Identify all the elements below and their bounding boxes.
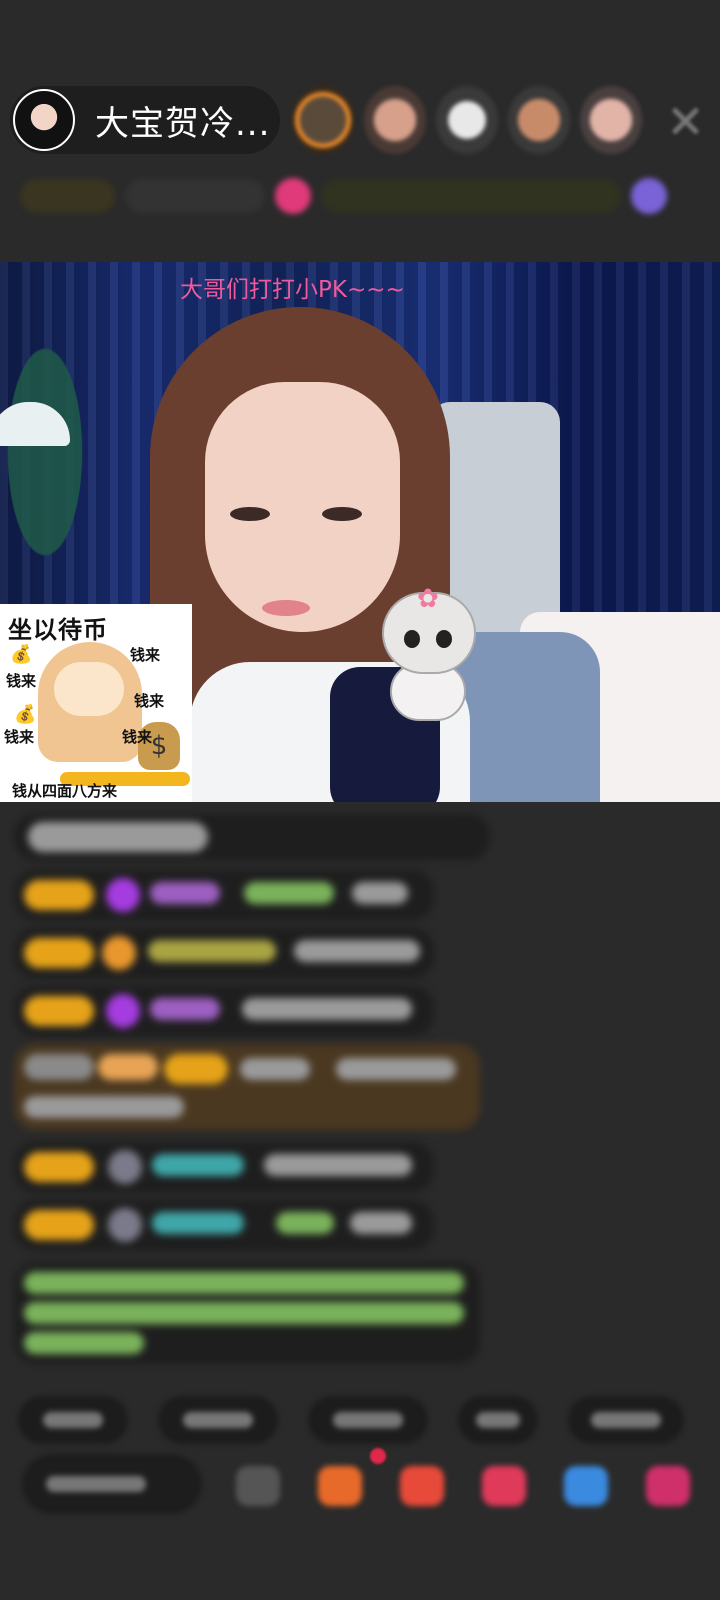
chat-message[interactable] — [14, 928, 434, 978]
close-icon[interactable] — [668, 104, 702, 138]
fan-icon[interactable] — [275, 178, 311, 214]
chat-message[interactable] — [14, 986, 434, 1036]
notification-dot — [370, 1448, 386, 1464]
user-avatar — [108, 1208, 142, 1242]
comment-input[interactable] — [22, 1454, 202, 1514]
quick-reply-button[interactable] — [458, 1396, 538, 1444]
sticker-title: 坐以待币 — [8, 616, 108, 644]
chat-message-highlighted[interactable] — [14, 1044, 480, 1130]
viewer-avatar[interactable] — [292, 86, 354, 154]
gift-chip[interactable] — [125, 179, 265, 213]
chat-message[interactable] — [14, 870, 434, 920]
heart-icon — [102, 936, 136, 970]
plant-decoration — [0, 332, 110, 632]
rank-chip[interactable] — [20, 179, 115, 213]
viewer-avatar[interactable] — [364, 86, 426, 154]
chat-message[interactable] — [14, 1200, 434, 1250]
treasure-icon[interactable] — [400, 1466, 444, 1506]
diamond-icon — [106, 994, 140, 1028]
money-bag-icon: 💰 — [10, 644, 33, 665]
level-badge — [24, 1210, 94, 1240]
flower-icon: ✿ — [417, 584, 439, 614]
bottom-action-bar — [22, 1448, 712, 1520]
host-info-pill[interactable]: 大宝贺冷... — [10, 86, 280, 154]
quick-reply-button[interactable] — [568, 1396, 684, 1444]
money-cat-sticker: 坐以待币 $ 💰 💰 钱来 钱来 钱来 钱来 钱来 钱从四面八方来 — [0, 604, 192, 802]
money-bag-icon: 💰 — [14, 704, 37, 725]
viewer-avatar[interactable] — [580, 86, 642, 154]
user-avatar — [108, 1150, 142, 1184]
level-badge — [24, 996, 94, 1026]
quick-reply-button[interactable] — [158, 1396, 278, 1444]
host-name: 大宝贺冷... — [95, 103, 271, 144]
level-badge — [24, 938, 94, 968]
game-icon[interactable] — [564, 1466, 608, 1506]
gift-box-icon[interactable] — [318, 1466, 362, 1506]
host-avatar[interactable] — [13, 89, 75, 151]
system-notice — [14, 1262, 480, 1364]
stream-overlay-text: 大哥们打打小PK~~~ — [180, 277, 405, 303]
viewer-avatar[interactable] — [436, 86, 498, 154]
quick-reply-button[interactable] — [18, 1396, 128, 1444]
viewer-avatar[interactable] — [508, 86, 570, 154]
pk-info-chip[interactable] — [321, 179, 621, 213]
chat-message[interactable] — [14, 1142, 434, 1192]
cat-toy: ✿ — [372, 584, 482, 722]
top-viewers-list — [292, 86, 642, 154]
more-gifts-icon[interactable] — [646, 1466, 690, 1506]
diamond-icon — [106, 878, 140, 912]
gift-icon[interactable] — [482, 1466, 526, 1506]
streamer-face — [205, 382, 400, 632]
event-icon[interactable] — [631, 178, 667, 214]
level-badge — [24, 880, 94, 910]
quick-reply-row — [18, 1396, 684, 1444]
level-badge — [24, 1152, 94, 1182]
emoji-icon[interactable] — [236, 1466, 280, 1506]
live-video[interactable]: ✿ 大哥们打打小PK~~~ 坐以待币 $ 💰 💰 钱来 钱来 钱来 钱来 钱来 … — [0, 262, 720, 802]
quick-reply-button[interactable] — [308, 1396, 428, 1444]
chat-message[interactable] — [14, 814, 490, 860]
stream-info-row — [20, 174, 700, 218]
sticker-caption: 钱从四面八方来 — [12, 782, 118, 800]
